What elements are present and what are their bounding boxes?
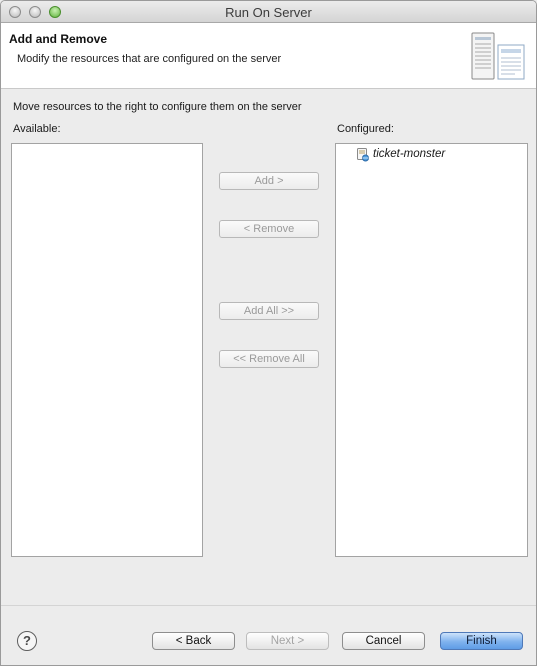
run-on-server-dialog: Run On Server Add and Remove Modify the … xyxy=(0,0,537,666)
window-title: Run On Server xyxy=(225,5,312,20)
configured-list[interactable]: ticket-monster xyxy=(335,143,528,557)
wizard-header: Add and Remove Modify the resources that… xyxy=(1,23,536,89)
instructions-text: Move resources to the right to configure… xyxy=(13,101,302,113)
finish-button[interactable]: Finish xyxy=(440,632,523,650)
add-all-button[interactable]: Add All >> xyxy=(219,302,319,320)
next-button[interactable]: Next > xyxy=(246,632,329,650)
remove-all-button[interactable]: << Remove All xyxy=(219,350,319,368)
help-icon[interactable]: ? xyxy=(17,631,37,651)
server-icon xyxy=(471,32,525,80)
web-module-icon xyxy=(357,147,369,161)
list-item[interactable]: ticket-monster xyxy=(356,146,445,162)
cancel-button[interactable]: Cancel xyxy=(342,632,425,650)
remove-button[interactable]: < Remove xyxy=(219,220,319,238)
footer-separator xyxy=(1,605,536,606)
available-label: Available: xyxy=(13,123,61,135)
available-list[interactable] xyxy=(11,143,203,557)
back-button[interactable]: < Back xyxy=(152,632,235,650)
add-button[interactable]: Add > xyxy=(219,172,319,190)
title-bar: Run On Server xyxy=(1,1,536,23)
configured-label: Configured: xyxy=(337,123,394,135)
page-description: Modify the resources that are configured… xyxy=(17,53,282,65)
page-title: Add and Remove xyxy=(9,32,108,46)
configured-item-label: ticket-monster xyxy=(373,148,446,160)
